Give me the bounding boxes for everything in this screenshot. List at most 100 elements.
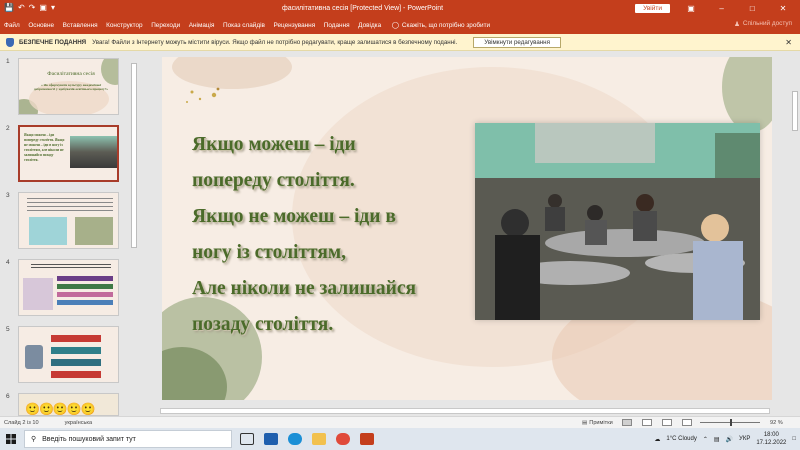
slide-thumbnail-2[interactable]: Якщо можеш – іди попереду століття. Якщо… [18, 125, 119, 182]
tab-view[interactable]: Подання [324, 22, 350, 29]
clock[interactable]: 18:00 17.12.2022 [756, 431, 786, 447]
tab-animations[interactable]: Анімація [189, 22, 215, 29]
search-placeholder: Введіть пошуковий запит тут [42, 435, 136, 443]
emoji-row-icon: 🙂🙂🙂🙂🙂 [25, 402, 96, 416]
slide-counter: Слайд 2 із 10 [4, 419, 39, 426]
quick-access-toolbar: 💾 ↶ ↷ ▣ ▾ [0, 3, 90, 13]
slide-thumbnail-6[interactable]: 🙂🙂🙂🙂🙂 [18, 393, 119, 416]
slideshow-button[interactable] [682, 419, 692, 426]
thumbnail-image [75, 217, 113, 245]
quote-line-4: ногу із століттям, [192, 242, 347, 263]
thumbnail-image [25, 345, 43, 369]
notes-button[interactable]: ▤ Примітки [582, 420, 613, 426]
word-app-icon[interactable] [264, 433, 278, 445]
photo-illustration [475, 123, 760, 320]
taskbar-search-box[interactable]: ⚲ Введіть пошуковий запит тут [24, 430, 232, 448]
notification-icon[interactable]: □ [792, 436, 796, 442]
title-bar: 💾 ↶ ↷ ▣ ▾ фасилітативна сесія [Protected… [0, 0, 800, 16]
powerpoint-app-icon[interactable] [360, 433, 374, 445]
thumbnail-subtitle: « Як сформувати культуру академічної доб… [33, 83, 109, 91]
zoom-level[interactable]: 92 % [770, 420, 783, 426]
weather-text[interactable]: 1°C Cloudy [666, 436, 696, 442]
undo-icon[interactable]: ↶ [18, 3, 25, 13]
signin-button[interactable]: Увійти [635, 3, 670, 13]
windows-start-icon[interactable] [0, 428, 22, 450]
clock-time: 18:00 [763, 432, 779, 438]
cloud-icon: ☁ [654, 436, 661, 443]
slide-number: 6 [6, 393, 10, 400]
edge-app-icon[interactable] [288, 433, 302, 445]
vertical-scroll-thumb[interactable] [792, 91, 798, 131]
quote-line-2: попереду століття. [192, 170, 355, 191]
tab-help[interactable]: Довідка [358, 22, 381, 29]
share-label: Спільний доступ [742, 20, 792, 27]
tab-file[interactable]: Файл [4, 22, 20, 29]
ribbon-display-icon[interactable]: ▣ [680, 4, 702, 13]
quote-line-3: Якщо не можеш – іди в [192, 206, 396, 227]
taskbar-apps [240, 433, 374, 445]
close-bar-icon[interactable]: ✕ [785, 38, 792, 47]
thumbnail-scroll-thumb[interactable] [131, 63, 137, 248]
tab-home[interactable]: Основне [28, 22, 54, 29]
quote-line-5: Але ніколи не залишайся [192, 278, 417, 299]
thumbnail-title: Фасилітативна сесія [47, 71, 95, 77]
share-button[interactable]: ♟ Спільний доступ [734, 20, 792, 28]
current-slide[interactable]: Якщо можеш – іди попереду століття. Якщо… [162, 57, 772, 400]
slide-thumbnail-5[interactable] [18, 326, 119, 383]
quote-line-6: позаду століття. [192, 314, 334, 335]
ribbon-tabs: Файл Основне Вставлення Конструктор Пере… [0, 16, 800, 34]
horizontal-scroll-thumb[interactable] [160, 408, 770, 414]
thumbnail-text: Якщо можеш – іди попереду століття. Якщо… [24, 133, 65, 162]
volume-icon[interactable]: 🔊 [726, 436, 733, 443]
slide-number: 3 [6, 192, 10, 199]
save-icon[interactable]: 💾 [4, 3, 14, 13]
slide-canvas: Якщо можеш – іди попереду століття. Якщо… [140, 51, 800, 416]
tab-review[interactable]: Рецензування [274, 22, 316, 29]
chrome-app-icon[interactable] [336, 433, 350, 445]
system-tray: ☁ 1°C Cloudy ⌃ ▤ 🔊 УКР 18:00 17.12.2022 … [654, 428, 796, 450]
quote-line-1: Якщо можеш – іди [192, 134, 356, 155]
redo-icon[interactable]: ↷ [29, 3, 36, 13]
person-icon: ♟ [734, 21, 740, 28]
network-icon[interactable]: ▤ [714, 436, 720, 443]
slide-thumbnail-1[interactable]: Фасилітативна сесія « Як сформувати куль… [18, 58, 119, 115]
close-icon[interactable]: ✕ [772, 4, 794, 13]
file-explorer-icon[interactable] [312, 433, 326, 445]
present-icon[interactable]: ▣ [39, 3, 47, 13]
task-view-icon[interactable] [240, 433, 254, 445]
slide-number: 1 [6, 58, 10, 65]
notes-label: Примітки [589, 419, 613, 426]
language-indicator[interactable]: українська [65, 420, 93, 426]
horizontal-scrollbar[interactable] [146, 407, 790, 415]
thumbnail-image [29, 217, 67, 245]
keyboard-language[interactable]: УКР [739, 436, 750, 442]
normal-view-button[interactable] [622, 419, 632, 426]
slide-thumbnail-3[interactable] [18, 192, 119, 249]
tray-chevron-icon[interactable]: ⌃ [703, 436, 708, 443]
lightbulb-icon: ◯ [391, 22, 399, 29]
customize-icon[interactable]: ▾ [51, 3, 55, 13]
tab-slideshow[interactable]: Показ слайдів [223, 22, 265, 29]
thumbnail-pane[interactable]: 1 Фасилітативна сесія « Як сформувати ку… [0, 51, 140, 416]
thumbnail-scrollbar[interactable] [130, 51, 138, 416]
slide-sorter-button[interactable] [642, 419, 652, 426]
tab-transitions[interactable]: Переходи [151, 22, 180, 29]
reading-view-button[interactable] [662, 419, 672, 426]
slide-number: 4 [6, 259, 10, 266]
enable-editing-button[interactable]: Увімкнути редагування [473, 36, 561, 48]
protected-view-message: Увага! Файли з Інтернету можуть містити … [92, 38, 458, 46]
minimize-icon[interactable]: – [711, 4, 733, 13]
clock-date: 17.12.2022 [756, 440, 787, 446]
tell-me-box[interactable]: ◯ Скажіть, що потрібно зробити [391, 21, 490, 30]
slide-thumbnail-4[interactable] [18, 259, 119, 316]
search-icon: ⚲ [31, 436, 37, 443]
classroom-photo[interactable] [475, 123, 760, 320]
tab-design[interactable]: Конструктор [106, 22, 142, 29]
zoom-slider-knob[interactable] [730, 419, 732, 426]
slide-quote[interactable]: Якщо можеш – іди попереду століття. Якщо… [192, 127, 482, 343]
maximize-icon[interactable]: □ [741, 4, 763, 13]
tab-insert[interactable]: Вставлення [63, 22, 98, 29]
vertical-scrollbar[interactable] [790, 51, 800, 407]
shield-icon [6, 37, 14, 47]
thumbnail-photo [70, 136, 117, 168]
